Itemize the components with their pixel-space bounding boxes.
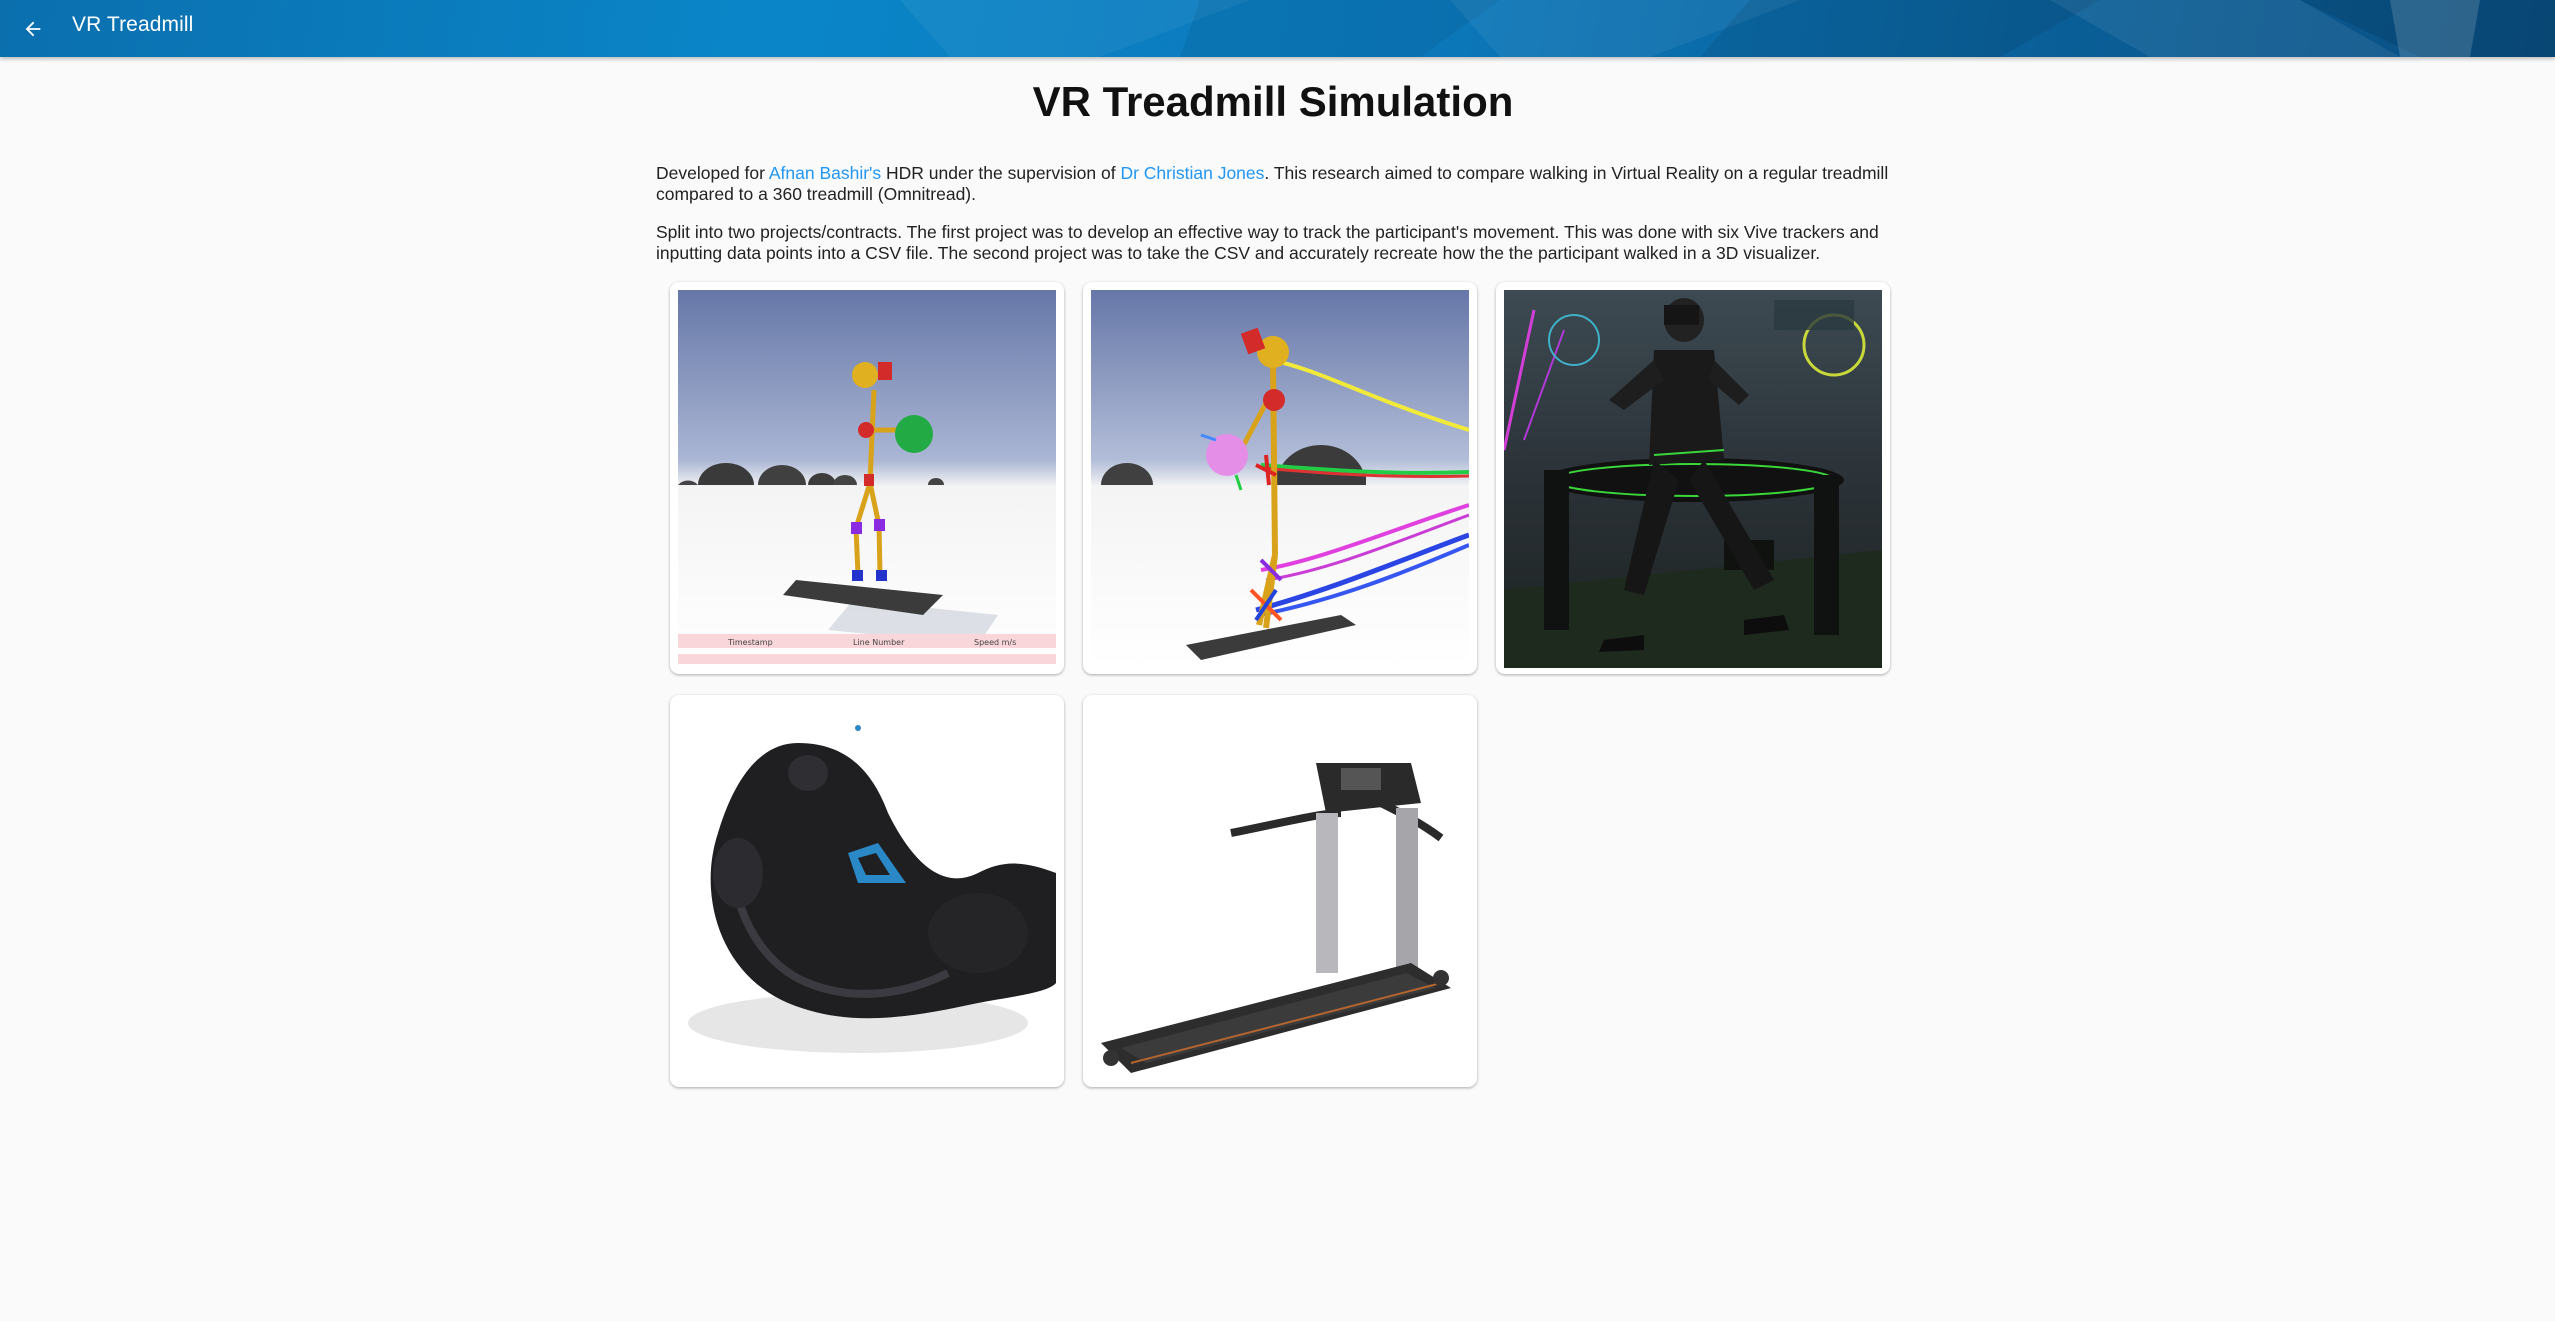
intro-text: Developed for <box>656 163 769 183</box>
gallery-card-treadmill[interactable] <box>1083 695 1477 1087</box>
app-bar: VR Treadmill <box>0 0 2555 57</box>
main-content: VR Treadmill Simulation Developed for Af… <box>656 57 1890 281</box>
christian-jones-link[interactable]: Dr Christian Jones <box>1120 163 1264 183</box>
gallery-card-vive-tracker[interactable] <box>670 695 1064 1087</box>
afnan-bashir-link[interactable]: Afnan Bashir's <box>769 163 881 183</box>
treadmill-photo <box>1091 703 1469 1081</box>
app-bar-title: VR Treadmill <box>72 13 194 36</box>
project-description: Developed for Afnan Bashir's HDR under t… <box>656 163 1890 264</box>
omnitread-user-photo <box>1504 290 1882 668</box>
details-paragraph: Split into two projects/contracts. The f… <box>656 222 1879 263</box>
visualizer-table-header: Speed m/s <box>974 638 1016 647</box>
gallery-card-omnitread-user[interactable] <box>1496 282 1890 674</box>
intro-paragraph: Developed for Afnan Bashir's HDR under t… <box>656 163 1890 205</box>
arrow-back-icon <box>25 21 40 36</box>
motion-trails-image <box>1091 290 1469 668</box>
back-button[interactable] <box>14 10 51 47</box>
vive-tracker-photo <box>678 703 1056 1081</box>
intro-text: HDR under the supervision of <box>881 163 1121 183</box>
visualizer-table-header: Line Number <box>853 638 905 647</box>
page-title: VR Treadmill Simulation <box>1032 78 1514 125</box>
appbar-background-pattern <box>900 0 2555 57</box>
gallery-card-motion-trails[interactable] <box>1083 282 1477 674</box>
visualizer-skeleton-image: Timestamp Line Number Speed m/s <box>678 290 1056 668</box>
visualizer-table-header: Timestamp <box>727 638 773 647</box>
gallery-card-visualizer[interactable]: Timestamp Line Number Speed m/s <box>670 282 1064 674</box>
